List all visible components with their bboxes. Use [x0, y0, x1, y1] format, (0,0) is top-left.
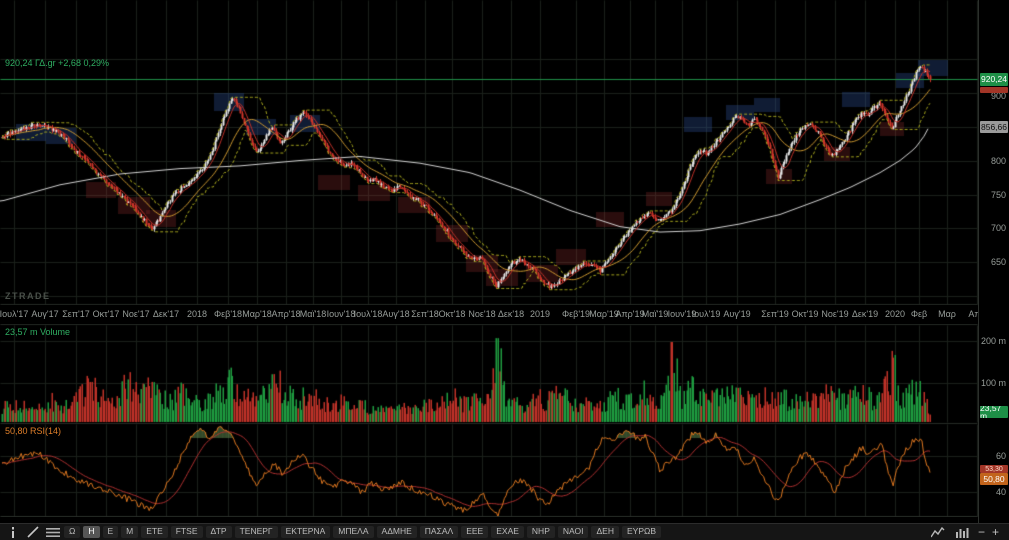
- time-axis-label: Δεκ'19: [852, 309, 878, 319]
- time-axis-label: Απρ'19: [615, 309, 644, 319]
- ticker-button-3[interactable]: ΤΕΝΕΡΓ: [235, 526, 278, 538]
- zoom-in-button[interactable]: +: [992, 526, 999, 538]
- time-axis[interactable]: Ιουλ'17Αυγ'17 Σεπ'17Οκτ'17Νοε'17 Δεκ'17 201…: [0, 305, 977, 324]
- time-axis-label: 2018: [187, 309, 207, 319]
- ticker-button-8[interactable]: ΕΕΕ: [461, 526, 488, 538]
- trading-chart-app: 920,24 ΓΔ.gr +2,68 0,29% ZTRADE 23,57 m …: [0, 0, 1009, 540]
- zoom-out-button[interactable]: −: [978, 526, 985, 538]
- time-axis-label: Μαρ'19: [589, 309, 619, 319]
- time-axis-label: Ιουλ'17: [0, 309, 28, 319]
- time-axis-label: Νοε'19: [821, 309, 848, 319]
- area-chart-icon: [931, 527, 945, 538]
- time-axis-label: Αυγ'17: [31, 309, 58, 319]
- ticker-group: ΕΤΕFTSEΔΤΡΤΕΝΕΡΓΕΚΤΕΡΝΑΜΠΕΛΑ ΑΔΜΗΕΠΑΣΑΛΕΕ…: [141, 526, 661, 538]
- timeframe-group: ΩΗΕΜ: [64, 526, 138, 538]
- list-icon: [46, 527, 60, 538]
- timeframe-button-0[interactable]: Ω: [64, 526, 80, 538]
- rsi-badge: 53,30: [980, 465, 1008, 473]
- trend-line-icon: [27, 526, 39, 538]
- indicator-list-button[interactable]: [44, 526, 61, 539]
- time-axis-label: Οκτ'19: [792, 309, 819, 319]
- time-axis-label: 2019: [530, 309, 550, 319]
- axis-value-label: 200 m: [981, 336, 1006, 346]
- ticker-button-10[interactable]: ΝΗΡ: [527, 526, 555, 538]
- time-axis-label: Απρ'18: [271, 309, 300, 319]
- rsi-badge: 50,80: [980, 473, 1008, 485]
- time-axis-label: Μαρ'18: [242, 309, 272, 319]
- timeframe-button-3[interactable]: Μ: [121, 526, 138, 538]
- axis-value-label: 60: [996, 451, 1006, 461]
- price-badge: [980, 87, 1008, 93]
- axis-value-label: 750: [991, 190, 1006, 200]
- price-axis[interactable]: 900800750700650200 m100 m6040920,24856,6…: [978, 0, 1009, 523]
- time-axis-label: Αυγ'19: [723, 309, 750, 319]
- time-axis-label: Δεκ'18: [498, 309, 524, 319]
- ticker-button-2[interactable]: ΔΤΡ: [206, 526, 232, 538]
- price-badge: 856,66: [980, 121, 1008, 133]
- time-axis-label: Ιουλ'19: [692, 309, 721, 319]
- ticker-button-5[interactable]: ΜΠΕΛΑ: [333, 526, 373, 538]
- time-axis-label: Μαϊ'18: [300, 309, 326, 319]
- line-tool-button[interactable]: [24, 526, 41, 539]
- timeframe-button-1[interactable]: Η: [83, 526, 99, 538]
- chart-overview-button[interactable]: [930, 526, 947, 539]
- ticker-button-4[interactable]: ΕΚΤΕΡΝΑ: [281, 526, 331, 538]
- time-axis-label: Φεβ'19: [562, 309, 590, 319]
- time-axis-label: Σεπ'19: [761, 309, 789, 319]
- ticker-button-9[interactable]: ΕΧΑΕ: [491, 526, 524, 538]
- time-axis-label: Δεκ'17: [153, 309, 179, 319]
- volume-badge: 23,57 m: [980, 406, 1008, 418]
- price-badge: 920,24: [980, 73, 1008, 86]
- ticker-button-12[interactable]: ΔΕΗ: [591, 526, 619, 538]
- chart-canvas[interactable]: [0, 0, 978, 517]
- ticker-button-1[interactable]: FTSE: [171, 526, 203, 538]
- axis-value-label: 800: [991, 156, 1006, 166]
- time-axis-label: Νοε'18: [468, 309, 495, 319]
- timeframe-button-2[interactable]: Ε: [103, 526, 119, 538]
- time-axis-label: Μαρ: [938, 309, 956, 319]
- ticker-button-11[interactable]: ΝΑΟΙ: [558, 526, 589, 538]
- bar-chart-style-button[interactable]: [954, 526, 971, 539]
- ticker-button-0[interactable]: ΕΤΕ: [141, 526, 168, 538]
- bar-chart-icon: [956, 527, 969, 538]
- time-axis-label: Σεπ'17: [62, 309, 90, 319]
- time-axis-label: Φεβ'18: [214, 309, 242, 319]
- axis-value-label: 700: [991, 223, 1006, 233]
- ticker-button-6[interactable]: ΑΔΜΗΕ: [377, 526, 417, 538]
- time-axis-label: Ιουν'18: [327, 309, 356, 319]
- axis-value-label: 40: [996, 487, 1006, 497]
- axis-value-label: 100 m: [981, 378, 1006, 388]
- info-button[interactable]: [4, 526, 21, 539]
- info-icon: [8, 527, 18, 538]
- ticker-button-7[interactable]: ΠΑΣΑΛ: [420, 526, 458, 538]
- time-axis-label: Φεβ: [911, 309, 927, 319]
- axis-value-label: 650: [991, 257, 1006, 267]
- time-axis-label: Οκτ'17: [93, 309, 120, 319]
- time-axis-label: Οκτ'18: [439, 309, 466, 319]
- toolbar-right-group: − +: [930, 526, 1005, 539]
- time-axis-label: Αυγ'18: [382, 309, 409, 319]
- bottom-toolbar: ΩΗΕΜ ΕΤΕFTSEΔΤΡΤΕΝΕΡΓΕΚΤΕΡΝΑΜΠΕΛΑ ΑΔΜΗΕΠΑ…: [0, 523, 1009, 540]
- time-axis-label: Νοε'17: [122, 309, 149, 319]
- time-axis-label: Ιουλ'18: [354, 309, 383, 319]
- time-axis-label: 2020: [885, 309, 905, 319]
- time-axis-label: Σεπ'18: [411, 309, 439, 319]
- ticker-button-13[interactable]: ΕΥΡΩΒ: [622, 526, 661, 538]
- time-axis-label: Μαϊ'19: [642, 309, 668, 319]
